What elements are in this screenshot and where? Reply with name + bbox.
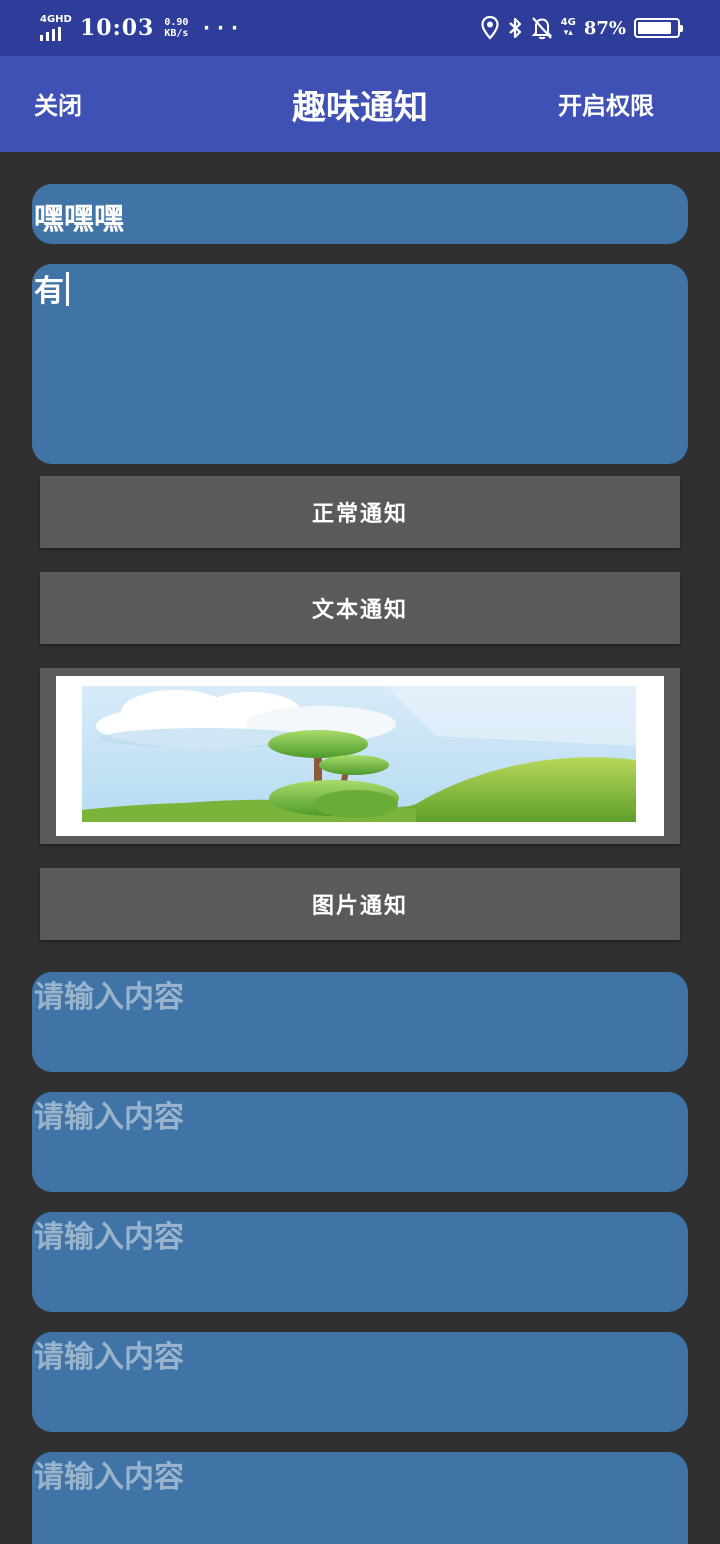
network-speed-unit: KB/s (164, 28, 189, 39)
mobile-data-icon: 4G ▾▴ (560, 17, 576, 39)
notification-title-value: 嘿嘿嘿 (34, 202, 124, 237)
status-bar: 4GHD 10:03 0.90 KB/s ··· 4G ▾▴ 87% (0, 0, 720, 56)
location-icon (481, 16, 499, 40)
content-input-3[interactable]: 请输入内容 (32, 1212, 688, 1312)
text-notification-button[interactable]: 文本通知 (40, 572, 680, 644)
content-input-1[interactable]: 请输入内容 (32, 972, 688, 1072)
signal-bars-icon (40, 27, 61, 41)
landscape-image (56, 676, 664, 836)
battery-icon (634, 18, 683, 38)
enable-permission-button[interactable]: 开启权限 (558, 86, 654, 121)
signal-indicator: 4GHD (40, 15, 72, 41)
content-input-placeholder: 请输入内容 (34, 1460, 184, 1495)
network-speed: 0.90 KB/s (164, 17, 188, 39)
content-input-2[interactable]: 请输入内容 (32, 1092, 688, 1192)
battery-level (638, 22, 672, 34)
normal-notification-button[interactable]: 正常通知 (40, 476, 680, 548)
image-picker-button[interactable] (40, 668, 680, 844)
status-right: 4G ▾▴ 87% (481, 12, 683, 44)
notification-content-value: 有 (34, 274, 64, 309)
network-speed-value: 0.90 (164, 17, 189, 28)
close-button[interactable]: 关闭 (34, 86, 82, 121)
landscape-picture (82, 686, 636, 822)
content-input-4[interactable]: 请输入内容 (32, 1332, 688, 1432)
app-bar: 关闭 趣味通知 开启权限 (0, 56, 720, 152)
notification-content-input[interactable]: 有 (32, 264, 688, 464)
battery-percentage: 87% (583, 17, 626, 39)
network-type-label: 4GHD (40, 14, 72, 25)
bell-off-icon (531, 17, 553, 40)
clock: 10:03 (80, 15, 155, 41)
image-notification-button[interactable]: 图片通知 (40, 868, 680, 940)
content-input-5[interactable]: 请输入内容 (32, 1452, 688, 1544)
mobile-data-label: 4G (560, 17, 576, 28)
content-input-placeholder: 请输入内容 (34, 980, 184, 1015)
text-cursor (66, 272, 69, 306)
notification-title-input[interactable]: 嘿嘿嘿 (32, 184, 688, 244)
status-left: 4GHD 10:03 0.90 KB/s ··· (40, 12, 243, 44)
content-input-placeholder: 请输入内容 (34, 1220, 184, 1255)
content-input-placeholder: 请输入内容 (34, 1340, 184, 1375)
content-input-placeholder: 请输入内容 (34, 1100, 184, 1135)
more-notifications-icon: ··· (200, 16, 243, 40)
bluetooth-icon (508, 17, 521, 39)
